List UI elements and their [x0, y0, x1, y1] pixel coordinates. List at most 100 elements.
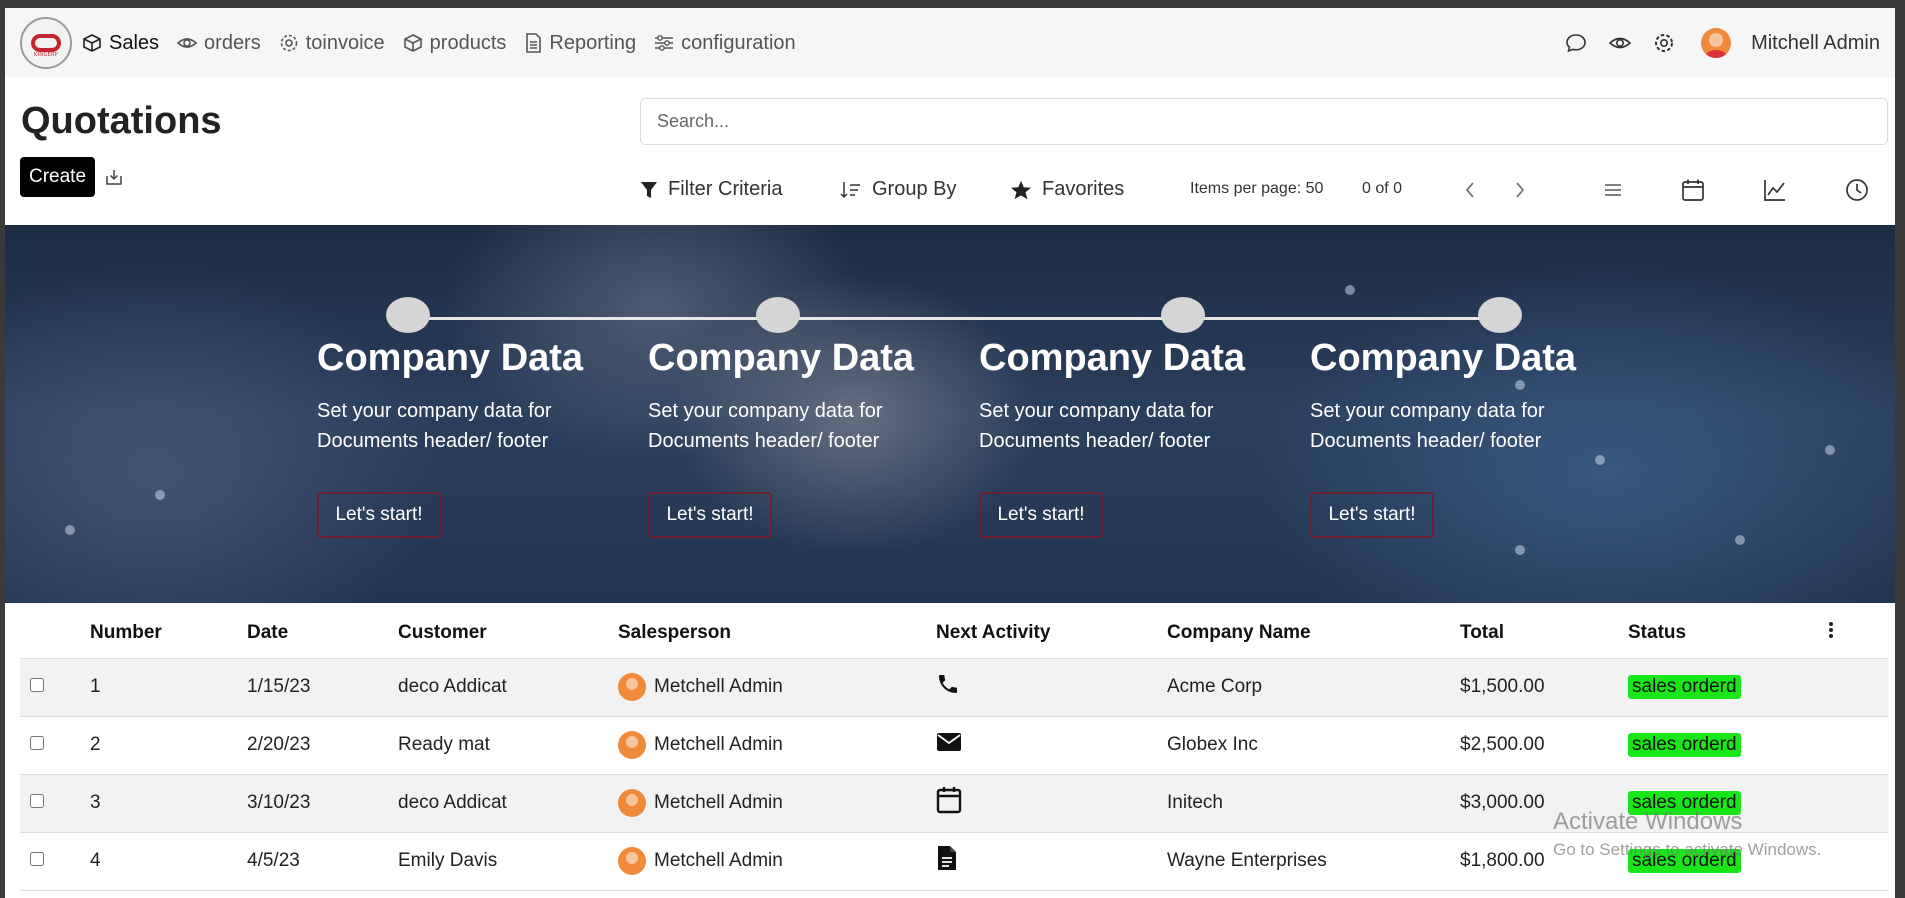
status-badge: sales orderd: [1628, 675, 1741, 699]
row-checkbox[interactable]: [30, 736, 44, 750]
step-dot: [1478, 297, 1522, 333]
chevron-left-icon: [1465, 182, 1474, 198]
column-header-total[interactable]: Total: [1460, 608, 1628, 659]
column-options-button[interactable]: [1828, 608, 1888, 659]
funnel-icon: [641, 181, 657, 198]
settings-gear-icon[interactable]: [1653, 32, 1675, 54]
window-edge: [1895, 0, 1905, 898]
favorites-label: Favorites: [1042, 178, 1125, 200]
nav-reporting[interactable]: Reporting: [524, 32, 636, 55]
lets-start-button[interactable]: Let's start!: [648, 492, 772, 538]
onboarding-banner: Company Data Set your company data for D…: [5, 225, 1895, 603]
list-icon: [1605, 184, 1621, 196]
list-view-button[interactable]: [1603, 180, 1623, 205]
user-name[interactable]: Mitchell Admin: [1751, 32, 1880, 55]
row-select-cell: [20, 658, 90, 717]
table-row[interactable]: 2 2/20/23 Ready mat Metchell Admin Globe…: [20, 716, 1888, 775]
column-header-number[interactable]: Number: [90, 608, 247, 659]
chevron-right-icon: [1516, 182, 1525, 198]
pager-next-button[interactable]: [1513, 180, 1527, 205]
nav-orders-label: orders: [204, 31, 261, 54]
step-dot: [756, 297, 800, 333]
column-header-next-activity[interactable]: Next Activity: [936, 608, 1167, 659]
download-icon[interactable]: [105, 168, 123, 191]
row-trailing-cell: [1828, 716, 1888, 775]
column-header-status[interactable]: Status: [1628, 608, 1828, 659]
star-icon: [1011, 180, 1031, 199]
next-activity-cell[interactable]: [936, 716, 1167, 775]
row-checkbox[interactable]: [30, 852, 44, 866]
envelope-icon: [937, 733, 961, 751]
eye-icon[interactable]: [1609, 32, 1632, 54]
nav-reporting-label: Reporting: [549, 31, 637, 54]
number-cell: 2: [90, 716, 247, 775]
row-trailing-cell: [1828, 774, 1888, 833]
nav-right-tools: Mitchell Admin: [1543, 28, 1880, 58]
search-input[interactable]: [640, 98, 1888, 145]
graph-view-button[interactable]: [1763, 178, 1787, 207]
group-by-label: Group By: [872, 178, 957, 200]
sliders-icon: [655, 35, 674, 51]
nav-toinvoice[interactable]: toinvoice: [279, 32, 385, 55]
customer-cell: Emily Davis: [398, 832, 618, 891]
column-header-date[interactable]: Date: [247, 608, 398, 659]
top-navbar: KINGERP Sales orders toinvoice products …: [5, 8, 1895, 78]
column-header-salesperson[interactable]: Salesperson: [618, 608, 936, 659]
next-activity-cell[interactable]: [936, 658, 1167, 717]
nav-sales[interactable]: Sales: [82, 32, 159, 55]
row-trailing-cell: [1828, 658, 1888, 717]
lets-start-button[interactable]: Let's start!: [979, 492, 1103, 538]
group-by-button[interactable]: Group By: [840, 178, 956, 201]
step-description: Set your company data for Documents head…: [979, 400, 1214, 452]
document-icon: [938, 846, 956, 870]
step-title: Company Data: [317, 337, 584, 379]
lets-start-button[interactable]: Let's start!: [1310, 492, 1434, 538]
salesperson-cell: Metchell Admin: [618, 774, 936, 833]
calendar-icon: [936, 787, 962, 814]
number-cell: 4: [90, 832, 247, 891]
filter-criteria-button[interactable]: Filter Criteria: [640, 178, 782, 201]
step-description: Set your company data for Documents head…: [648, 400, 883, 452]
nav-configuration[interactable]: configuration: [654, 32, 796, 55]
lets-start-button[interactable]: Let's start!: [317, 492, 441, 538]
app-logo[interactable]: KINGERP: [20, 17, 72, 69]
line-chart-icon: [1764, 180, 1785, 201]
next-activity-cell[interactable]: [936, 832, 1167, 891]
logo-text: KINGERP: [33, 52, 59, 58]
favorites-button[interactable]: Favorites: [1010, 178, 1124, 201]
gear-icon: [280, 34, 298, 52]
nav-products[interactable]: products: [403, 32, 506, 55]
salesperson-avatar: [618, 673, 646, 701]
salesperson-name: Metchell Admin: [654, 792, 783, 814]
user-avatar[interactable]: [1701, 28, 1732, 58]
salesperson-avatar: [618, 731, 646, 759]
network-dot: [1825, 445, 1835, 455]
step-dot: [1161, 297, 1205, 333]
step-title: Company Data: [1310, 337, 1577, 379]
date-cell: 3/10/23: [247, 774, 398, 833]
column-header-company-name[interactable]: Company Name: [1167, 608, 1460, 659]
salesperson-cell: Metchell Admin: [618, 658, 936, 717]
next-activity-cell[interactable]: [936, 774, 1167, 833]
step-description: Set your company data for Documents head…: [317, 400, 552, 452]
filter-criteria-label: Filter Criteria: [668, 178, 783, 200]
table-row[interactable]: 1 1/15/23 deco Addicat Metchell Admin Ac…: [20, 658, 1888, 717]
company-cell: Wayne Enterprises: [1167, 832, 1460, 891]
chat-icon[interactable]: [1565, 32, 1587, 54]
onboarding-step-3: Company Data Set your company data for D…: [979, 337, 1279, 538]
sort-icon: [840, 181, 860, 198]
calendar-view-button[interactable]: [1681, 178, 1705, 207]
activity-view-button[interactable]: [1845, 178, 1869, 207]
progress-line: [407, 317, 1503, 320]
logo-mark: [31, 34, 61, 52]
row-checkbox[interactable]: [30, 678, 44, 692]
column-header-customer[interactable]: Customer: [398, 608, 618, 659]
create-button[interactable]: Create: [20, 157, 95, 197]
row-checkbox[interactable]: [30, 794, 44, 808]
total-cell: $1,500.00: [1460, 658, 1628, 717]
pager-previous-button[interactable]: [1463, 180, 1477, 205]
customer-cell: deco Addicat: [398, 658, 618, 717]
nav-orders[interactable]: orders: [177, 32, 261, 55]
items-per-page[interactable]: Items per page: 50: [1190, 180, 1323, 198]
box-icon: [403, 34, 422, 52]
